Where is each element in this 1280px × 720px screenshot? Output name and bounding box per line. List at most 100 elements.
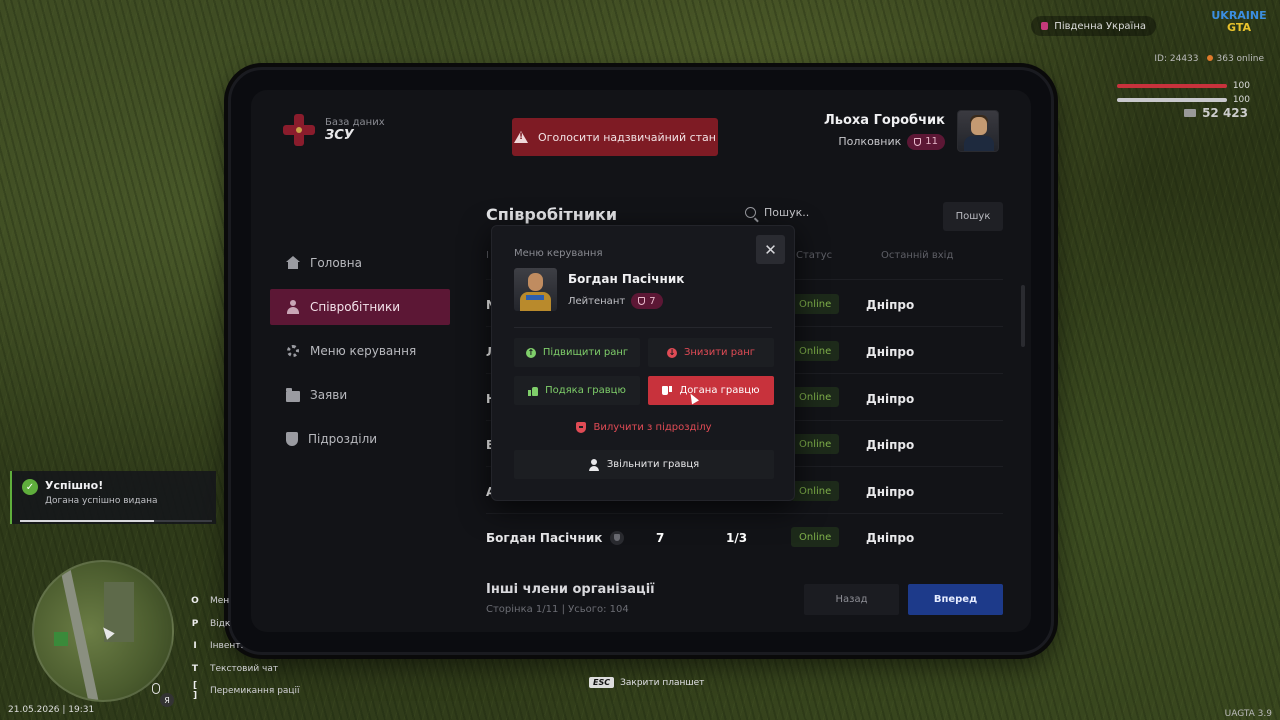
thumbs-up-icon xyxy=(528,386,539,396)
region-name: Південна Україна xyxy=(1054,20,1146,32)
column-header-status: Статус xyxy=(796,250,833,261)
hotkey-item: I Інвент. xyxy=(193,641,244,652)
column-header-last-login: Останній вхід xyxy=(881,250,954,261)
table-row-name[interactable]: Богдан Пасічник xyxy=(486,531,625,545)
microphone-icon xyxy=(152,683,160,694)
emergency-button[interactable]: Оголосити надзвичайний стан xyxy=(512,118,718,156)
player-rank-badge: 7 xyxy=(631,293,663,309)
player-id: ID: 24433 xyxy=(1154,54,1199,64)
minimap xyxy=(32,560,174,702)
notification-progress xyxy=(20,520,212,522)
table-row-city: Дніпро xyxy=(866,531,915,545)
user-name: Льоха Горобчик xyxy=(823,112,945,128)
esc-hint: ESC Закрити планшет xyxy=(589,677,704,688)
sidebar-item-home[interactable]: Головна xyxy=(270,245,450,281)
divider xyxy=(514,327,772,328)
hotkeys-list: O Мен P Відк I Інвент. T Текстовий чат [ ] Пе… xyxy=(190,590,300,703)
search-placeholder: Пошук.. xyxy=(764,206,810,219)
modal-title: Меню керування xyxy=(514,248,603,259)
player-name: Богдан Пасічник xyxy=(568,272,685,286)
control-menu-modal: Меню керування ✕ Богдан Пасічник Лейтена… xyxy=(491,225,795,501)
page-title: Співробітники xyxy=(486,205,618,224)
notification-title: Успішно! xyxy=(45,479,104,492)
brand-subtitle: База даних xyxy=(325,117,385,128)
reprimand-button[interactable]: Догана гравцю xyxy=(648,376,774,405)
others-title: Інші члени організації xyxy=(486,582,655,597)
sidebar-item-applications[interactable]: Заяви xyxy=(270,377,450,413)
promote-button[interactable]: ↑ Підвищити ранг xyxy=(514,338,640,367)
tablet: База даних ЗСУ Оголосити надзвичайний ст… xyxy=(228,67,1054,655)
region-indicator: Південна Україна xyxy=(1031,16,1156,36)
user-remove-icon xyxy=(588,458,600,471)
remove-from-unit-button[interactable]: Вилучити з підрозділу xyxy=(514,413,774,442)
online-count: 363 online xyxy=(1207,54,1265,64)
player-id-online: ID: 24433 363 online xyxy=(1154,54,1264,64)
users-icon xyxy=(286,300,300,314)
table-row-city: Дніпро xyxy=(866,345,915,359)
home-icon xyxy=(286,256,300,270)
user-rank-badge: 11 xyxy=(907,133,945,150)
player-rank-row: Лейтенант 7 xyxy=(568,293,663,309)
money-display: 52 423 xyxy=(1184,106,1248,120)
armor-bar xyxy=(1116,98,1227,102)
health-row: 100 xyxy=(1116,81,1250,91)
rank-shield-icon xyxy=(914,137,922,146)
folder-icon xyxy=(286,387,300,402)
health-value: 100 xyxy=(1232,81,1250,91)
shield-icon xyxy=(576,422,587,433)
table-row-warnings: 1/3 xyxy=(726,531,748,545)
gear-icon xyxy=(287,345,299,357)
armor-row: 100 xyxy=(1116,95,1250,105)
scrollbar[interactable] xyxy=(1021,285,1025,347)
back-button[interactable]: Назад xyxy=(804,584,899,615)
status-badge: Online xyxy=(791,294,840,314)
tablet-screen: База даних ЗСУ Оголосити надзвичайний ст… xyxy=(251,90,1031,632)
status-badge: Online xyxy=(791,434,840,454)
status-badge: Online xyxy=(791,341,840,361)
status-badge: Online xyxy=(791,387,840,407)
emergency-label: Оголосити надзвичайний стан xyxy=(538,130,716,144)
current-user: Льоха Горобчик Полковник 11 xyxy=(824,110,999,152)
sidebar-item-units[interactable]: Підрозділи xyxy=(270,421,450,457)
thanks-button[interactable]: Подяка гравцю xyxy=(514,376,640,405)
hotkey-item: P Відк xyxy=(191,618,231,629)
column-header-name: І xyxy=(486,250,489,261)
brand: База даних ЗСУ xyxy=(283,114,385,146)
search-icon xyxy=(745,207,756,218)
hotkey-item: T Текстовий чат xyxy=(191,663,279,674)
search-input[interactable]: Пошук.. xyxy=(745,206,809,219)
player-badge: Я xyxy=(160,693,174,707)
close-button[interactable]: ✕ xyxy=(756,235,785,264)
sidebar-item-employees[interactable]: Співробітники xyxy=(270,289,450,325)
success-notification: ✓ Успішно! Догана успішно видана xyxy=(10,471,216,524)
pagination-info: Сторінка 1/11 | Усього: 104 xyxy=(486,604,629,615)
esc-hint-text: Закрити планшет xyxy=(620,677,705,688)
search-button[interactable]: Пошук xyxy=(943,202,1003,231)
shield-icon xyxy=(610,531,625,545)
player-avatar xyxy=(514,268,557,311)
hotkey-item: O Мен xyxy=(191,596,230,607)
close-icon: ✕ xyxy=(764,240,777,259)
datetime: 21.05.2026 | 19:31 xyxy=(8,705,95,715)
status-badge: Online xyxy=(791,527,840,547)
zsu-emblem-icon xyxy=(283,114,315,146)
user-avatar xyxy=(957,110,999,152)
table-row-city: Дніпро xyxy=(866,485,915,499)
fire-button[interactable]: Звільнити гравця xyxy=(514,450,774,479)
status-badge: Online xyxy=(791,481,840,501)
sidebar: Головна Співробітники Меню керування Зая… xyxy=(270,245,450,465)
money-value: 52 423 xyxy=(1202,106,1248,120)
user-rank: Полковник xyxy=(838,135,902,148)
money-icon xyxy=(1184,109,1197,117)
hotkey-item: [ ] Перемикання рації xyxy=(192,681,300,702)
sidebar-item-control-menu[interactable]: Меню керування xyxy=(270,333,450,369)
next-button[interactable]: Вперед xyxy=(908,584,1003,615)
demote-button[interactable]: ↓ Знизити ранг xyxy=(648,338,774,367)
shield-icon xyxy=(286,432,298,446)
region-icon xyxy=(1041,22,1049,30)
player-rank: Лейтенант xyxy=(568,295,626,307)
arrow-down-icon: ↓ xyxy=(666,347,677,358)
check-icon: ✓ xyxy=(22,479,38,495)
warning-icon xyxy=(514,131,529,143)
table-row-city: Дніпро xyxy=(866,298,915,312)
